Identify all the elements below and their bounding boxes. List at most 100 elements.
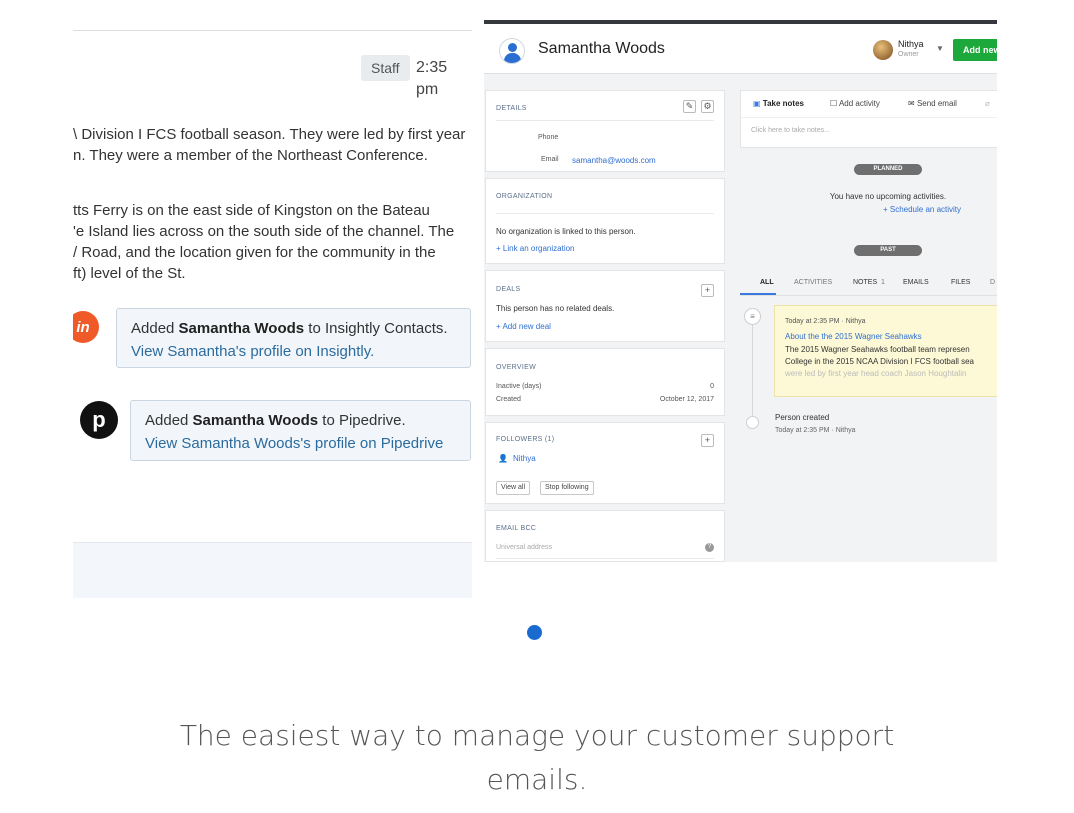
timeline-dot (746, 416, 759, 429)
event-suffix: to Pipedrive. (318, 412, 406, 429)
notes-tabs: ▣ Take notes ☐ Add activity ✉ Send email… (740, 90, 997, 148)
organization-empty-text: No organization is linked to this person… (496, 227, 636, 236)
note-card[interactable]: Today at 2:35 PM · Nithya About the the … (774, 305, 997, 397)
deals-card: DEALS + This person has no related deals… (485, 270, 725, 342)
tab-take-notes[interactable]: ▣ Take notes (753, 99, 804, 108)
follower-link[interactable]: Nithya (513, 454, 536, 463)
deals-empty-text: This person has no related deals. (496, 304, 615, 313)
card-title: FOLLOWERS (1) (496, 436, 555, 443)
note-line: The 2015 Wagner Seahawks football team r… (785, 345, 970, 354)
divider (73, 30, 472, 31)
reply-area[interactable] (73, 542, 472, 598)
note-line: were led by first year head coach Jason … (785, 369, 967, 378)
paragraph-line: n. They were a member of the Northeast C… (73, 147, 428, 164)
details-card: DETAILS ✎ ⚙ Phone Email samantha@woods.c… (485, 90, 725, 172)
tab-send-email[interactable]: ✉ Send email (908, 99, 957, 108)
paragraph-line: ft) level of the St. (73, 265, 186, 282)
overview-label: Inactive (days) (496, 383, 542, 390)
paperclip-icon[interactable]: ⌀ (985, 99, 990, 108)
paragraph-line: tts Ferry is on the east side of Kingsto… (73, 202, 430, 219)
owner-name[interactable]: Nithya (898, 39, 924, 49)
planned-divider: PLANNED (854, 164, 922, 175)
schedule-activity-link[interactable]: + Schedule an activity (883, 205, 961, 214)
crm-header: Samantha Woods Nithya Owner ▼ Add new (484, 24, 997, 74)
tab-files[interactable]: FILES (951, 279, 970, 286)
email-label: Email (541, 156, 559, 163)
view-all-button[interactable]: View all (496, 481, 530, 495)
tab-add-activity[interactable]: ☐ Add activity (830, 99, 880, 108)
tab-more[interactable]: D (990, 279, 995, 286)
tab-activities[interactable]: ACTIVITIES (794, 279, 832, 286)
note-meta: Today at 2:35 PM · Nithya (785, 318, 866, 325)
overview-card: OVERVIEW Inactive (days) 0 Created Octob… (485, 348, 725, 416)
carousel-dot[interactable] (527, 625, 542, 640)
tagline: The easiest way to manage your customer … (179, 719, 895, 796)
card-title: OVERVIEW (496, 364, 537, 371)
stop-following-button[interactable]: Stop following (540, 481, 594, 495)
mail-icon: ✉ (908, 99, 917, 108)
user-avatar[interactable] (873, 40, 893, 60)
note-icon: ≡ (744, 308, 761, 325)
paragraph-line: \ Division I FCS football season. They w… (73, 126, 466, 143)
add-new-button[interactable]: Add new (953, 39, 997, 61)
notes-count: 1 (881, 279, 885, 286)
event-prefix: Added (145, 412, 193, 429)
insightly-profile-link[interactable]: View Samantha's profile on Insightly. (131, 340, 456, 363)
timeline-line (752, 316, 753, 424)
paragraph-line: 'e Island lies across on the south side … (73, 223, 455, 240)
person-name: Samantha Woods (538, 40, 665, 57)
note-icon: ▣ (753, 99, 763, 108)
organization-card: ORGANIZATION No organization is linked t… (485, 178, 725, 264)
notes-input[interactable]: Click here to take notes... (751, 127, 830, 134)
crm-panel: Samantha Woods Nithya Owner ▼ Add new DE… (484, 20, 997, 562)
paragraph-line: / Road, and the location given for the c… (73, 244, 436, 261)
insightly-icon: in (73, 311, 99, 343)
event-contact-name: Samantha Woods (178, 320, 305, 337)
event-prefix: Added (131, 320, 179, 337)
phone-label: Phone (538, 134, 559, 141)
pipedrive-profile-link[interactable]: View Samantha Woods's profile on Pipedri… (145, 432, 456, 455)
tab-emails[interactable]: EMAILS (903, 279, 929, 286)
pipedrive-icon: p (80, 401, 118, 439)
email-link[interactable]: samantha@woods.com (572, 156, 656, 165)
person-icon (499, 38, 525, 64)
tab-notes[interactable]: NOTES (853, 279, 877, 286)
overview-value: October 12, 2017 (659, 396, 714, 403)
person-created-title: Person created (775, 413, 830, 422)
person-created-meta: Today at 2:35 PM · Nithya (775, 427, 856, 434)
calendar-icon: ☐ (830, 99, 839, 108)
add-deal-icon[interactable]: + (701, 284, 714, 297)
add-follower-icon[interactable]: + (701, 434, 714, 447)
note-title-link[interactable]: About the the 2015 Wagner Seahawks (785, 332, 922, 341)
chevron-down-icon[interactable]: ▼ (936, 44, 944, 53)
tab-all[interactable]: ALL (760, 279, 774, 286)
user-icon: 👤 (498, 454, 508, 463)
universal-address-label: Universal address (496, 544, 553, 551)
overview-label: Created (496, 396, 521, 403)
event-suffix: to Insightly Contacts. (304, 320, 448, 337)
gear-icon[interactable]: ⚙ (701, 100, 714, 113)
note-line: College in the 2015 NCAA Division I FCS … (785, 357, 974, 366)
email-thread-panel: Staff 2:35 pm \ Division I FCS football … (73, 30, 472, 598)
card-title: DEALS (496, 286, 521, 293)
active-tab-underline (740, 293, 776, 295)
help-icon[interactable]: ? (705, 543, 714, 552)
pipedrive-event: Added Samantha Woods to Pipedrive. View … (130, 400, 471, 461)
message-paragraph: \ Division I FCS football season. They w… (73, 124, 472, 166)
link-organization-link[interactable]: + Link an organization (496, 244, 575, 253)
card-title: DETAILS (496, 105, 527, 112)
message-paragraph: tts Ferry is on the east side of Kingsto… (73, 200, 472, 284)
card-title: EMAIL BCC (496, 525, 537, 532)
add-deal-link[interactable]: + Add new deal (496, 322, 551, 331)
past-divider: PAST (854, 245, 922, 256)
card-title: ORGANIZATION (496, 193, 553, 200)
followers-card: FOLLOWERS (1) + 👤 Nithya View all Stop f… (485, 422, 725, 504)
history-tabs: ALL ACTIVITIES NOTES 1 EMAILS FILES D (740, 278, 997, 296)
event-contact-name: Samantha Woods (192, 412, 319, 429)
upcoming-text: You have no upcoming activities. (829, 192, 947, 201)
email-bcc-card: EMAIL BCC Universal address ? (485, 510, 725, 562)
owner-role: Owner (898, 51, 919, 58)
edit-icon[interactable]: ✎ (683, 100, 696, 113)
overview-value: 0 (710, 383, 714, 390)
insightly-event: Added Samantha Woods to Insightly Contac… (116, 308, 471, 368)
